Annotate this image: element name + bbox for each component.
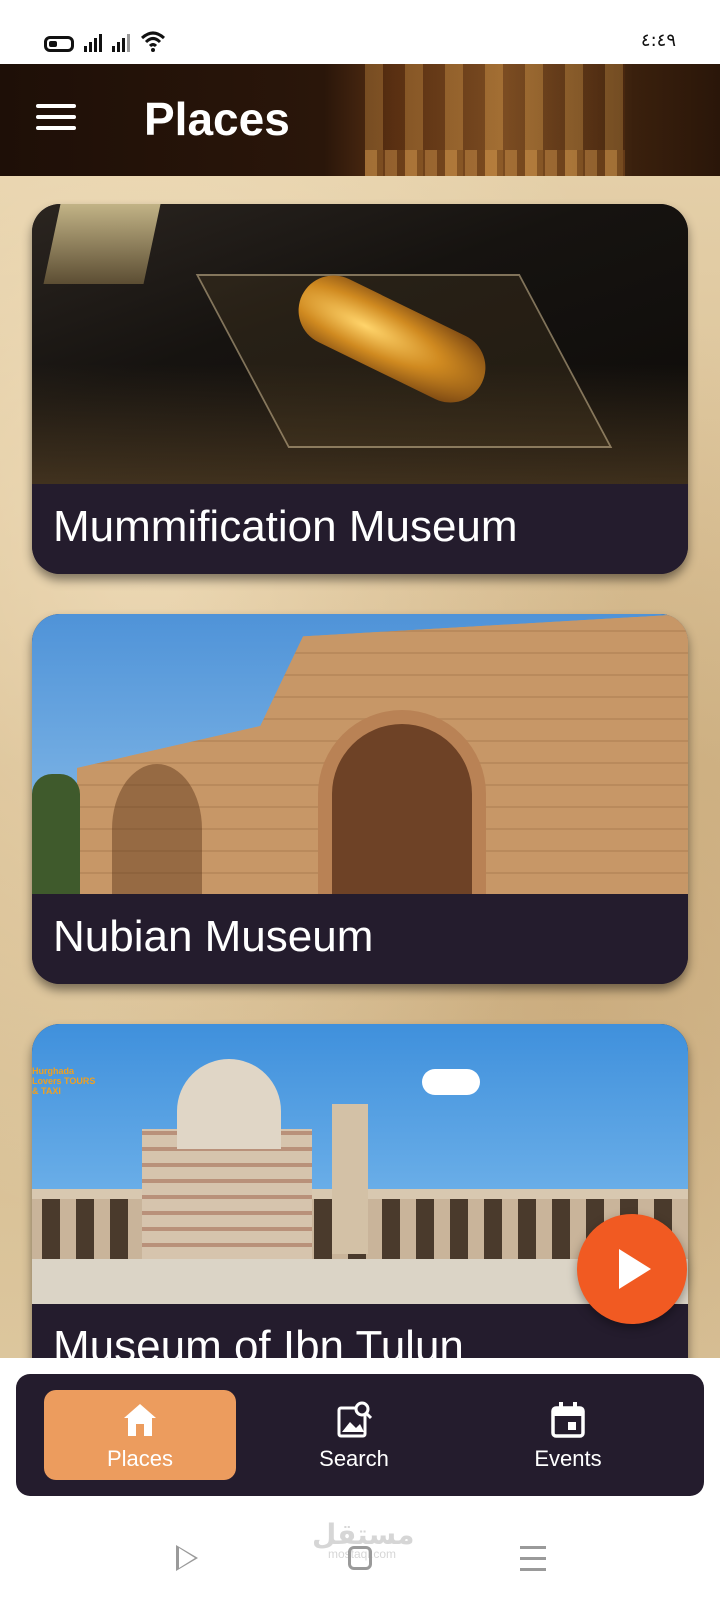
- nav-label: Places: [106, 1446, 174, 1471]
- battery-icon: [44, 36, 74, 52]
- place-caption: Museum of Ibn Tulun: [32, 1304, 688, 1358]
- status-time: ٤:٤٩: [640, 30, 676, 51]
- watermark-logo: Hurghada Lovers TOURS & TAXI: [32, 1066, 96, 1096]
- place-image: [32, 614, 688, 894]
- recent-apps-icon[interactable]: [520, 1546, 546, 1579]
- bottom-nav-container: Places Search Events: [0, 1358, 720, 1510]
- place-title: Museum of Ibn Tulun: [53, 1322, 464, 1358]
- page-title: Places: [144, 93, 290, 145]
- home-icon: [124, 1404, 156, 1436]
- home-square-icon[interactable]: [348, 1546, 372, 1570]
- status-bar: ٤:٤٩: [0, 0, 720, 64]
- wifi-icon: [140, 31, 166, 52]
- nav-item-places[interactable]: Places: [44, 1390, 236, 1480]
- place-card[interactable]: Hurghada Lovers TOURS & TAXI Museum of I…: [32, 1024, 688, 1358]
- place-image: [32, 204, 688, 484]
- place-title: Nubian Museum: [53, 912, 374, 961]
- nav-item-search[interactable]: Search: [258, 1390, 450, 1480]
- play-button[interactable]: [577, 1214, 687, 1324]
- nav-label: Search: [319, 1446, 389, 1471]
- place-caption: Mummification Museum: [32, 484, 688, 574]
- nav-item-events[interactable]: Events: [472, 1390, 664, 1480]
- hamburger-icon[interactable]: [36, 104, 76, 134]
- places-list[interactable]: Mummification Museum Nubian Museum Hurgh…: [0, 176, 720, 1358]
- place-caption: Nubian Museum: [32, 894, 688, 984]
- place-card[interactable]: Mummification Museum: [32, 204, 688, 574]
- signal-icon: [84, 32, 102, 52]
- header-background-image: [365, 64, 625, 176]
- place-card[interactable]: Nubian Museum: [32, 614, 688, 984]
- system-nav-bar: مستقل mostaql.com: [0, 1510, 720, 1600]
- nav-label: Events: [534, 1446, 602, 1471]
- back-icon[interactable]: [176, 1545, 198, 1571]
- app-header: Places: [0, 64, 720, 176]
- status-icons: [44, 30, 166, 52]
- signal-icon: [112, 32, 130, 52]
- play-icon: [619, 1249, 651, 1289]
- place-title: Mummification Museum: [53, 502, 518, 551]
- calendar-icon: [551, 1402, 585, 1438]
- image-search-icon: [337, 1401, 372, 1438]
- bottom-nav: Places Search Events: [16, 1374, 704, 1496]
